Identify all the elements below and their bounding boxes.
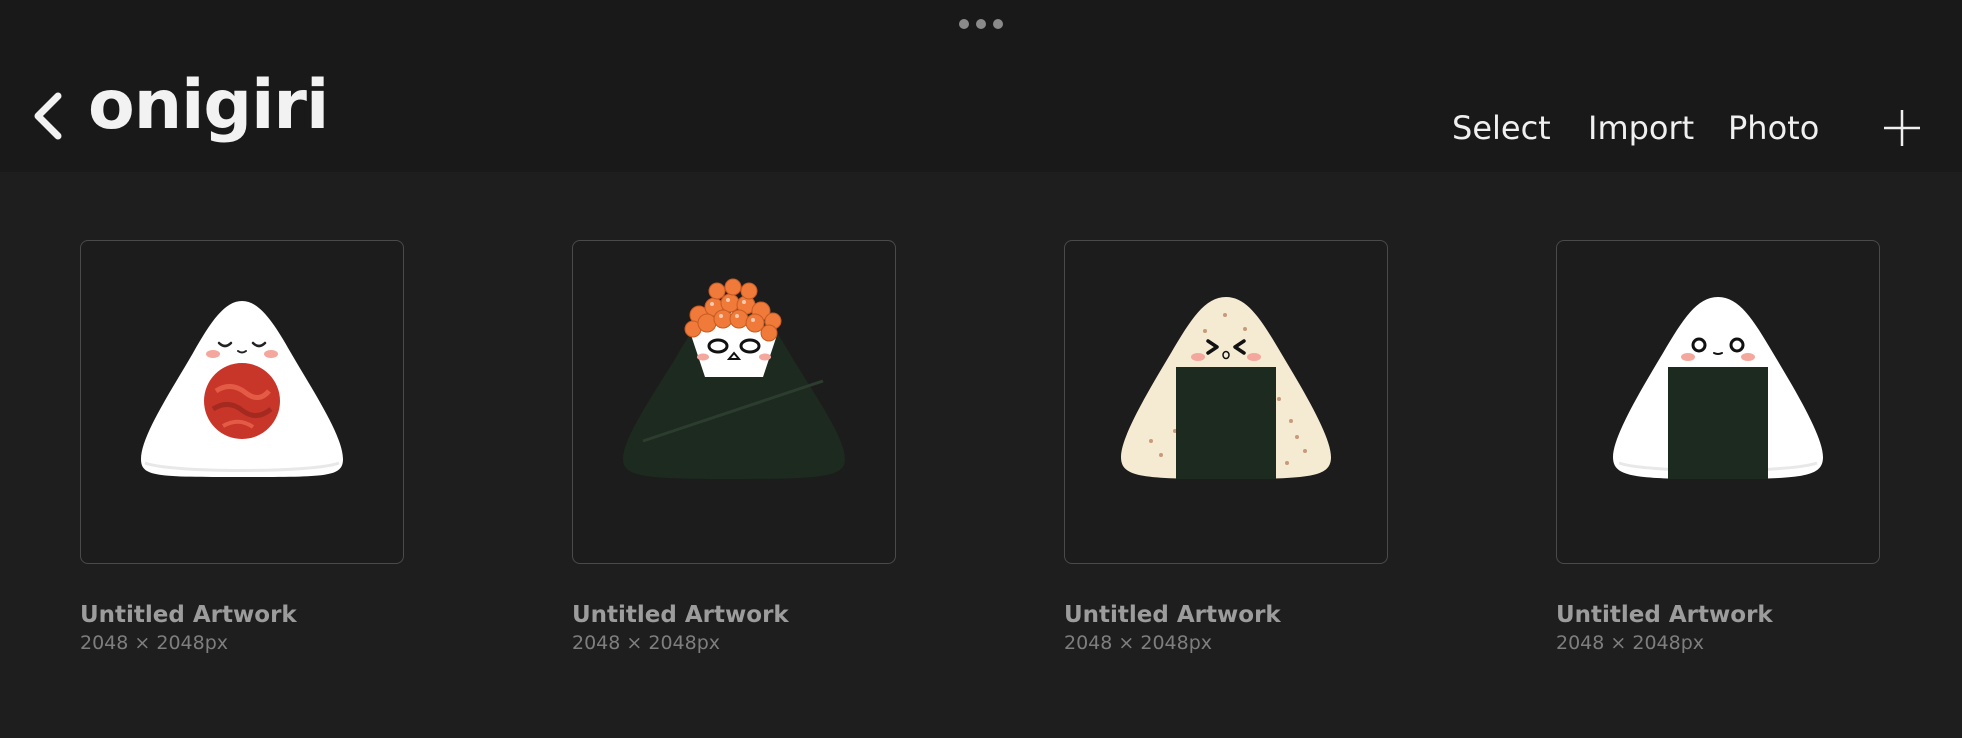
artwork-tile[interactable]: Untitled Artwork 2048 × 2048px bbox=[572, 240, 896, 660]
artwork-dimensions: 2048 × 2048px bbox=[80, 632, 229, 654]
artwork-title: Untitled Artwork bbox=[1556, 602, 1773, 628]
photo-button[interactable]: Photo bbox=[1728, 106, 1819, 150]
artwork-dimensions: 2048 × 2048px bbox=[1556, 632, 1705, 654]
import-button[interactable]: Import bbox=[1588, 106, 1694, 150]
umeboshi-onigiri-illustration bbox=[141, 301, 343, 477]
plain-nori-onigiri-illustration bbox=[1613, 297, 1823, 479]
artwork-title: Untitled Artwork bbox=[572, 602, 789, 628]
artwork-title: Untitled Artwork bbox=[80, 602, 297, 628]
artwork-thumbnail[interactable] bbox=[572, 240, 896, 564]
artwork-title: Untitled Artwork bbox=[1064, 602, 1281, 628]
plus-icon[interactable] bbox=[1882, 108, 1922, 148]
artwork-thumbnail[interactable] bbox=[1064, 240, 1388, 564]
select-button[interactable]: Select bbox=[1452, 106, 1551, 150]
toolbar-actions: Select Import Photo bbox=[0, 106, 1962, 150]
artwork-gallery: Untitled Artwork 2048 × 2048px Untitled … bbox=[0, 240, 1962, 670]
top-bar: onigiri Select Import Photo bbox=[0, 0, 1962, 172]
artwork-tile[interactable]: Untitled Artwork 2048 × 2048px bbox=[80, 240, 404, 660]
artwork-thumbnail[interactable] bbox=[1556, 240, 1880, 564]
artwork-dimensions: 2048 × 2048px bbox=[1064, 632, 1213, 654]
artwork-tile[interactable]: Untitled Artwork 2048 × 2048px bbox=[1064, 240, 1388, 660]
artwork-dimensions: 2048 × 2048px bbox=[572, 632, 721, 654]
artwork-tile[interactable]: Untitled Artwork 2048 × 2048px bbox=[1556, 240, 1880, 660]
ikura-onigiri-illustration bbox=[623, 278, 845, 479]
more-dots-icon[interactable] bbox=[959, 18, 1003, 30]
artwork-thumbnail[interactable] bbox=[80, 240, 404, 564]
brown-rice-onigiri-illustration bbox=[1121, 297, 1331, 479]
